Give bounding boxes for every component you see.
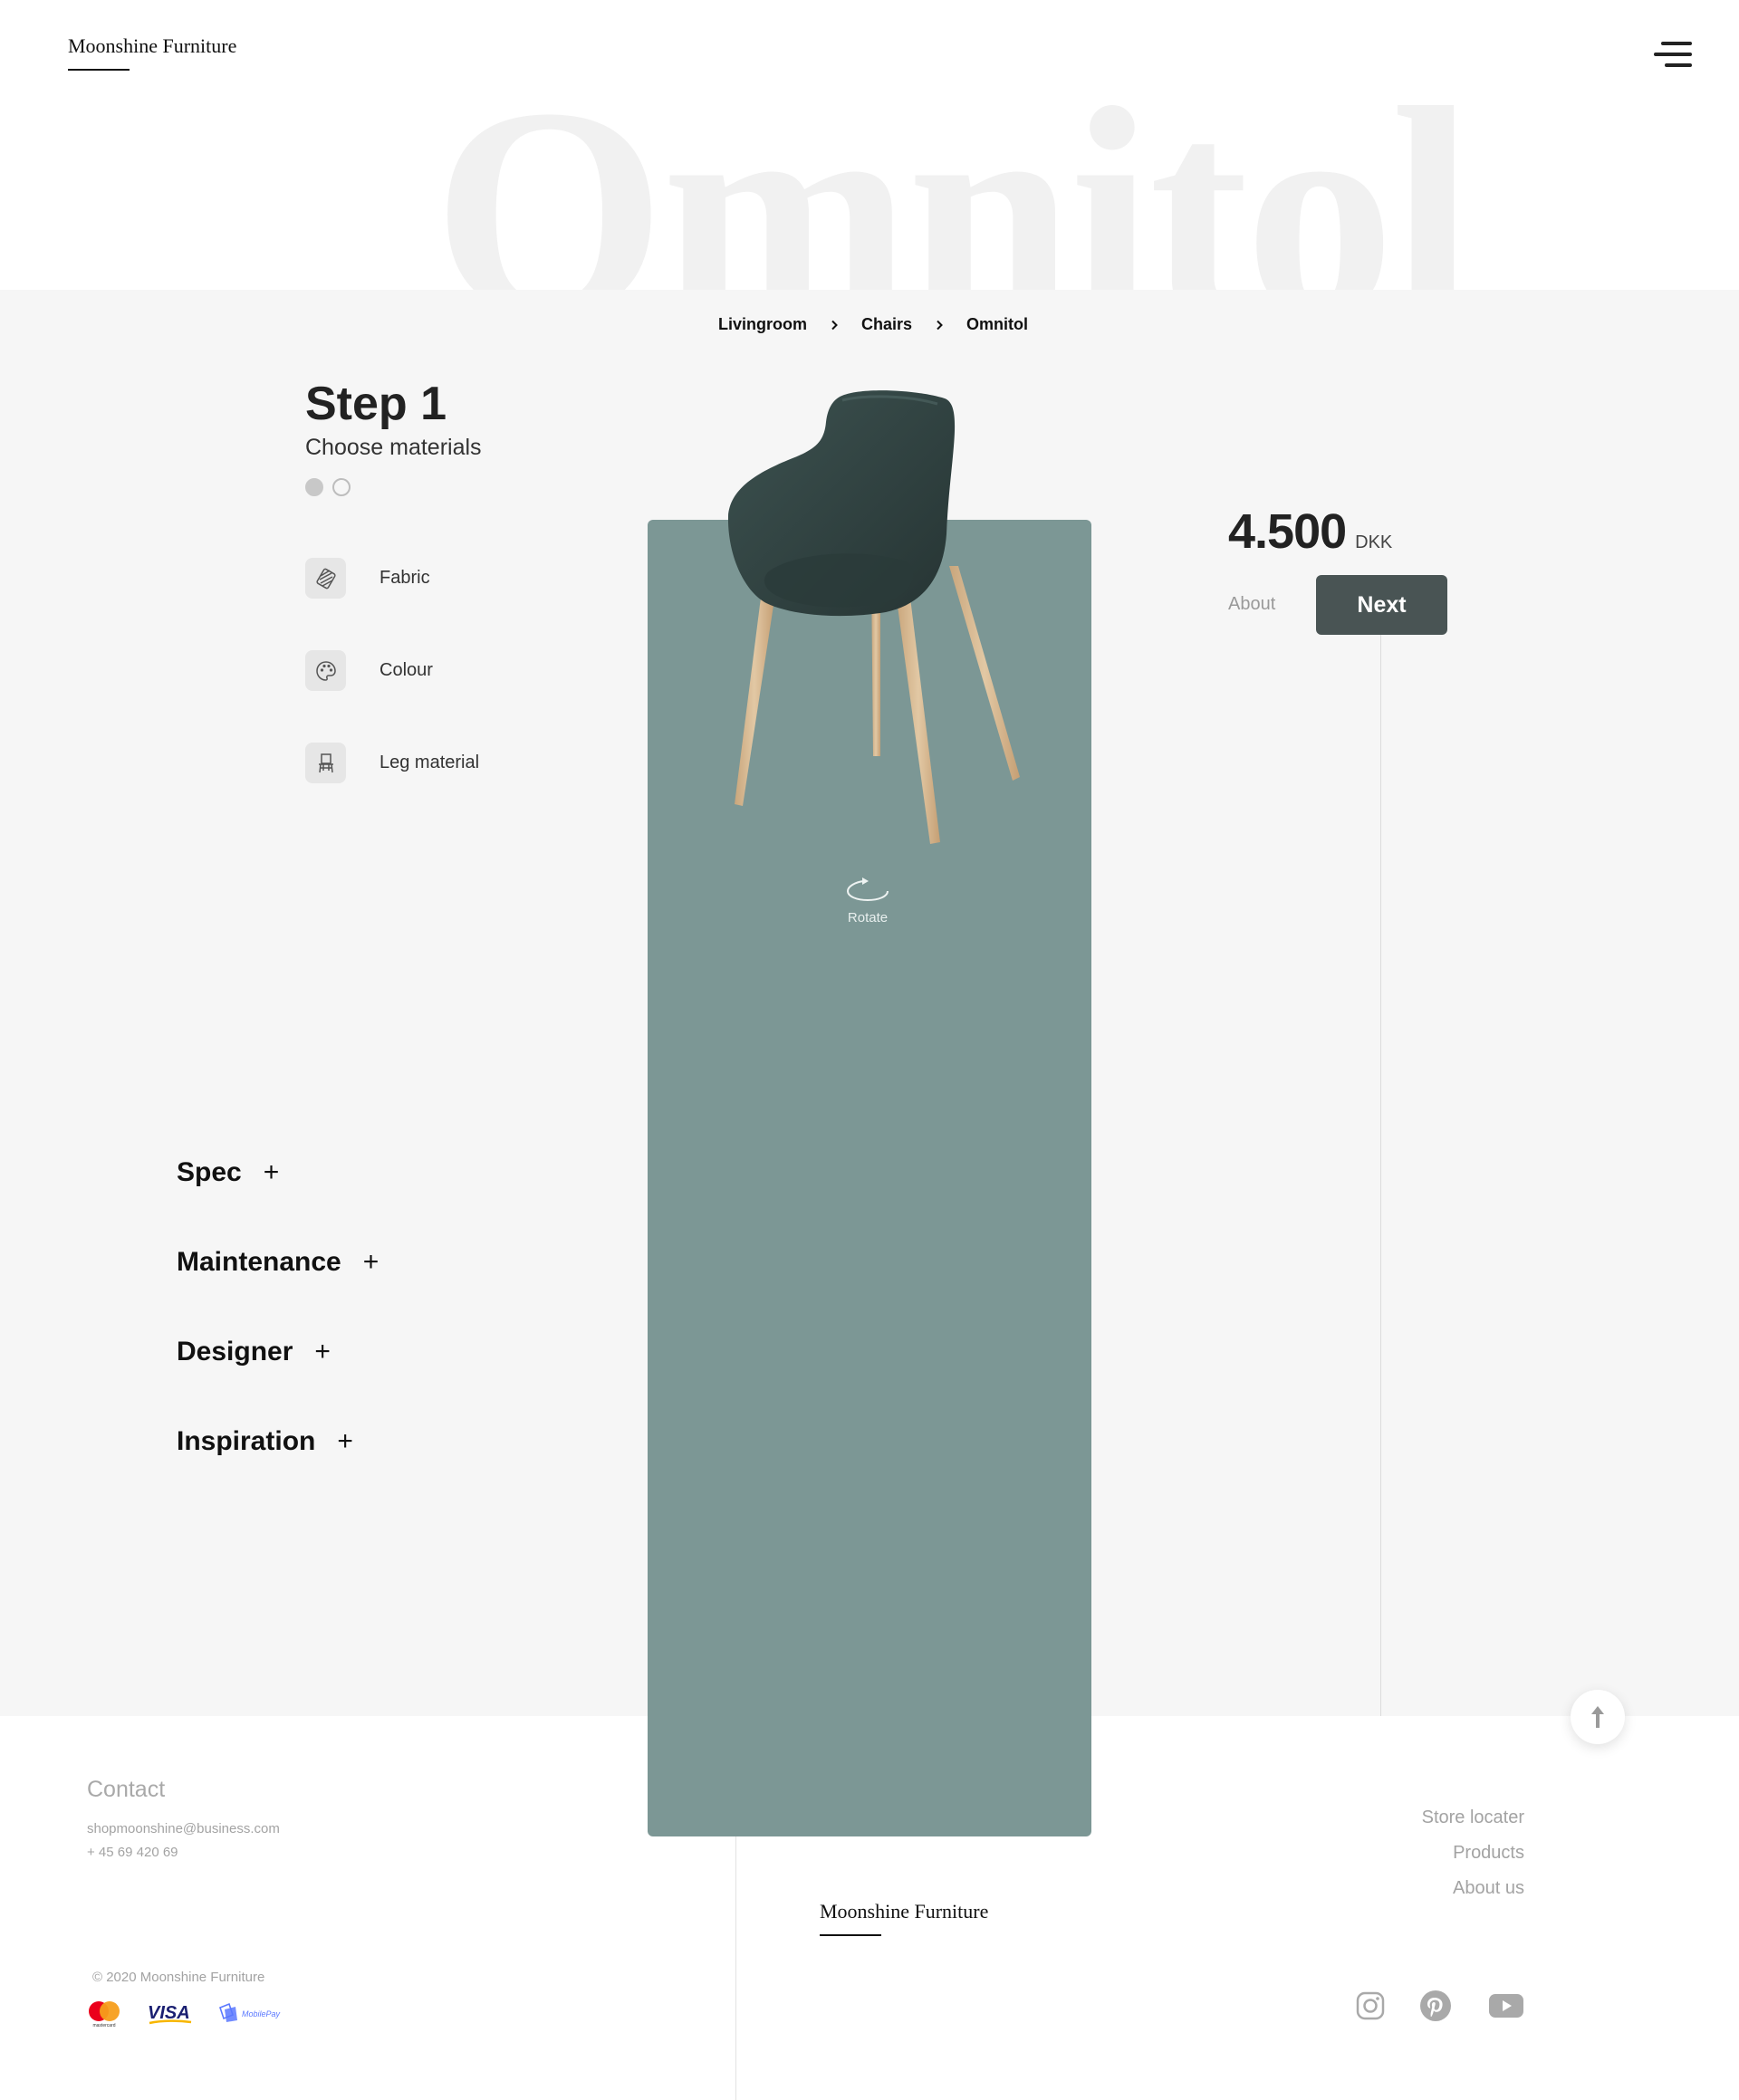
about-link[interactable]: About (1228, 594, 1275, 615)
next-button[interactable]: Next (1316, 575, 1447, 635)
chair-image[interactable] (706, 389, 1033, 851)
accordion-label: Designer (177, 1337, 293, 1366)
menu-button[interactable] (1652, 42, 1692, 71)
scroll-to-top-button[interactable] (1571, 1690, 1625, 1744)
footer-logo-underline (820, 1934, 881, 1936)
step-dot[interactable] (332, 478, 351, 496)
material-label-fabric: Fabric (380, 568, 430, 588)
footer-link-products[interactable]: Products (1422, 1843, 1524, 1878)
instagram-icon[interactable] (1355, 1990, 1386, 2026)
chevron-right-icon (831, 320, 838, 330)
breadcrumb: Livingroom Chairs Omnitol (718, 315, 1028, 334)
menu-bar (1665, 63, 1692, 67)
step-dot-active[interactable] (305, 478, 323, 496)
arrow-up-icon (1591, 1706, 1604, 1728)
fabric-swatch-icon (305, 558, 346, 599)
mobilepay-text: MobilePay (242, 2009, 281, 2018)
accordion-inspiration[interactable]: Inspiration + (177, 1426, 353, 1457)
contact-email[interactable]: shopmoonshine@business.com (87, 1821, 280, 1836)
accordion-maintenance[interactable]: Maintenance + (177, 1247, 379, 1278)
accordion-spec[interactable]: Spec + (177, 1157, 279, 1188)
accordion-label: Spec (177, 1157, 242, 1187)
material-label-leg-material: Leg material (380, 753, 480, 772)
price: 4.500 DKK (1228, 503, 1392, 560)
material-label-colour: Colour (380, 660, 433, 680)
social-links (1355, 1990, 1524, 2027)
mastercard-text: mastercard (92, 2023, 115, 2028)
rotate-label: Rotate (847, 910, 889, 925)
payment-methods: mastercard VISA MobilePay (86, 1999, 289, 2028)
footer-link-about-us[interactable]: About us (1422, 1878, 1524, 1913)
footer-links: Store locater Products About us (1422, 1808, 1524, 1913)
logo-underline (68, 69, 130, 71)
accordion-label: Inspiration (177, 1426, 316, 1456)
accordion-designer[interactable]: Designer + (177, 1337, 331, 1367)
footer-divider (735, 1836, 736, 2100)
step-title: Step 1 (305, 378, 447, 430)
mobilepay-icon: MobilePay (219, 2002, 281, 2022)
copyright: © 2020 Moonshine Furniture (92, 1970, 265, 1985)
step-indicator (305, 478, 351, 496)
youtube-icon[interactable] (1488, 1992, 1524, 2024)
divider-line (1380, 635, 1381, 1716)
palette-icon (305, 650, 346, 691)
footer-link-store-locater[interactable]: Store locater (1422, 1808, 1524, 1843)
contact-title: Contact (87, 1777, 166, 1802)
rotate-button[interactable]: Rotate (815, 877, 920, 925)
site-logo[interactable]: Moonshine Furniture (68, 34, 236, 58)
price-currency: DKK (1355, 532, 1393, 552)
chair-legs-icon (305, 743, 346, 783)
pinterest-icon[interactable] (1419, 1990, 1452, 2027)
hero-product-name: Omnitol (433, 47, 1474, 291)
plus-icon: + (337, 1426, 353, 1456)
breadcrumb-livingroom[interactable]: Livingroom (718, 315, 807, 334)
price-value: 4.500 (1228, 504, 1347, 559)
footer-logo[interactable]: Moonshine Furniture (820, 1900, 988, 1923)
contact-phone[interactable]: + 45 69 420 69 (87, 1845, 178, 1860)
chevron-right-icon (937, 320, 943, 330)
visa-icon: VISA (148, 2003, 192, 2025)
mastercard-icon: mastercard (89, 2001, 120, 2028)
material-option-fabric[interactable]: Fabric (305, 558, 430, 599)
breadcrumb-chairs[interactable]: Chairs (861, 315, 912, 334)
plus-icon: + (263, 1157, 280, 1187)
rotate-icon (846, 877, 889, 902)
step-subtitle: Choose materials (305, 435, 482, 460)
accordion-label: Maintenance (177, 1247, 341, 1277)
material-option-colour[interactable]: Colour (305, 650, 433, 691)
breadcrumb-omnitol[interactable]: Omnitol (966, 315, 1028, 334)
material-option-leg-material[interactable]: Leg material (305, 743, 479, 783)
site-header: Omnitol Moonshine Furniture (0, 0, 1739, 290)
plus-icon: + (362, 1247, 380, 1277)
plus-icon: + (314, 1337, 331, 1366)
menu-bar (1661, 42, 1692, 45)
menu-bar (1654, 53, 1692, 56)
